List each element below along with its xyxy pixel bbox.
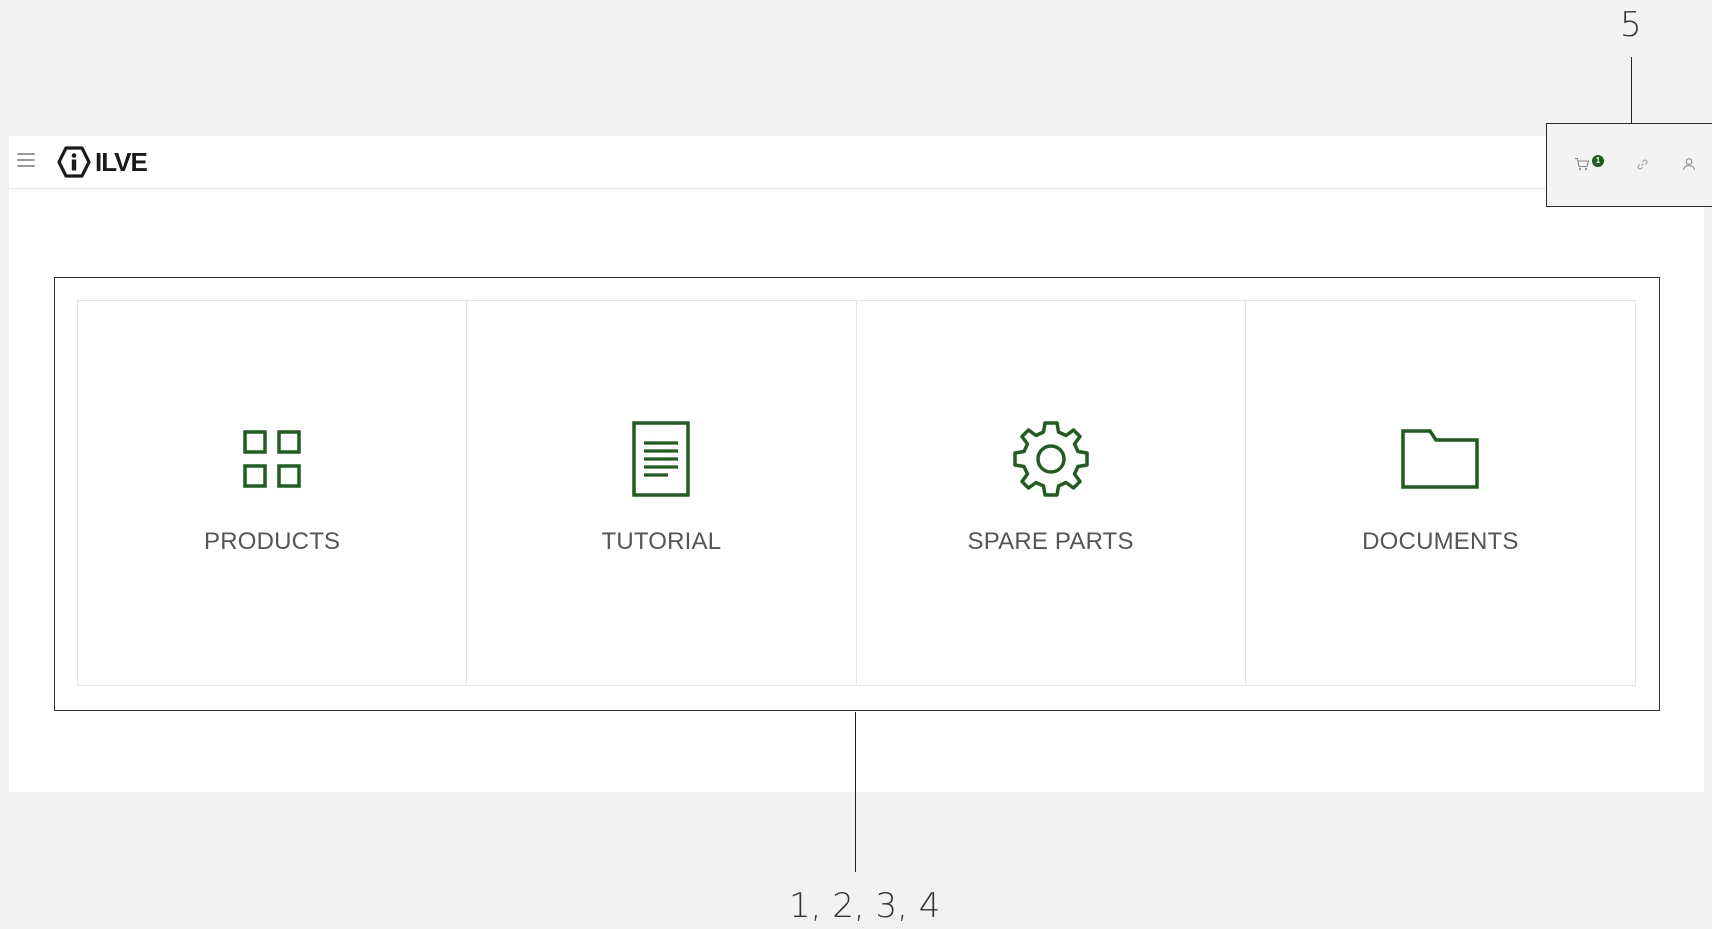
logo-mark-icon: [57, 146, 91, 178]
link-icon[interactable]: [1631, 153, 1653, 175]
tile-spare-parts[interactable]: SPARE PARTS: [857, 301, 1246, 685]
callout-line-bottom: [855, 712, 856, 872]
main-navigation-tiles: PRODUCTS TUTORIAL SPARE PARTS DOCUMENTS: [77, 300, 1636, 686]
cart-icon[interactable]: [1571, 153, 1593, 175]
callout-line-top: [1631, 57, 1632, 124]
tile-label-documents: DOCUMENTS: [1362, 528, 1519, 555]
header-action-icons: 1: [1546, 123, 1712, 207]
tile-label-spare-parts: SPARE PARTS: [967, 528, 1134, 555]
document-icon: [621, 419, 701, 499]
tile-label-tutorial: TUTORIAL: [601, 528, 722, 555]
hamburger-menu-icon[interactable]: [17, 153, 35, 167]
tile-tutorial[interactable]: TUTORIAL: [467, 301, 857, 685]
gear-icon: [1011, 419, 1091, 499]
top-navbar: ILVE: [9, 136, 1704, 189]
grid-icon: [232, 419, 312, 499]
user-account-icon[interactable]: [1678, 153, 1700, 175]
logo-text: ILVE: [95, 146, 148, 177]
folder-icon: [1400, 419, 1480, 499]
tile-documents[interactable]: DOCUMENTS: [1246, 301, 1635, 685]
callout-numbers-1-4: 1, 2, 3, 4: [789, 886, 941, 926]
cart-count-badge: 1: [1592, 155, 1604, 167]
tile-label-products: PRODUCTS: [203, 528, 341, 555]
ilve-logo[interactable]: ILVE: [57, 144, 148, 180]
tile-products[interactable]: PRODUCTS: [78, 301, 468, 685]
callout-number-5: 5: [1620, 5, 1642, 45]
